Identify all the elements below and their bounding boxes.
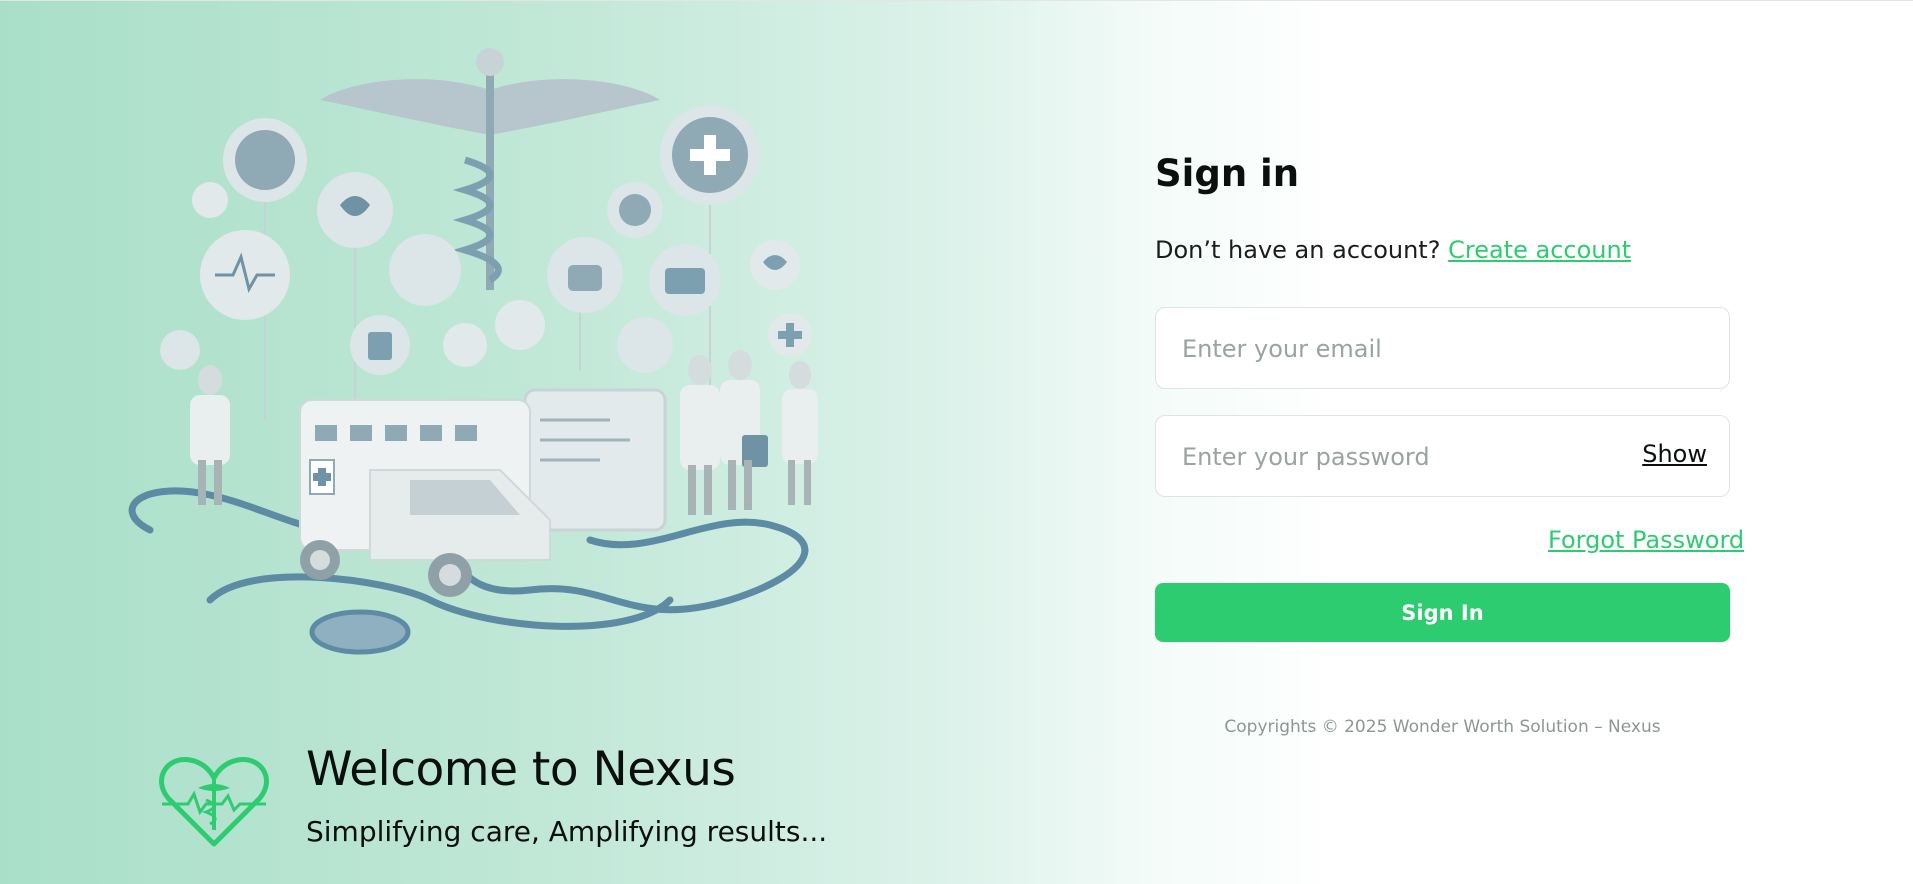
password-input[interactable] (1180, 416, 1644, 498)
show-password-toggle[interactable]: Show (1642, 440, 1707, 468)
tagline: Simplifying care, Amplifying results... (306, 815, 828, 848)
password-field: Show (1155, 415, 1730, 498)
top-border (0, 0, 1913, 1)
sign-in-button[interactable]: Sign In (1155, 583, 1730, 642)
healthcare-illustration (128, 48, 818, 655)
wing-right (490, 79, 660, 135)
no-account-text: Don’t have an account? (1155, 236, 1441, 264)
copyright-text: Copyrights © 2025 Wonder Worth Solution … (1224, 717, 1661, 737)
signin-title: Sign in (1155, 152, 1300, 195)
caduceus-orb (476, 48, 504, 76)
stethoscope-chestpiece (309, 609, 411, 655)
account-prompt: Don’t have an account? Create account (1155, 236, 1631, 264)
wing-left (320, 79, 490, 135)
email-field (1155, 307, 1730, 390)
heart-caduceus-icon (159, 757, 269, 847)
welcome-title: Welcome to Nexus (306, 742, 736, 797)
forgot-password-link[interactable]: Forgot Password (1548, 526, 1744, 554)
create-account-link[interactable]: Create account (1448, 236, 1631, 264)
ambulance (299, 399, 551, 597)
email-input[interactable] (1180, 308, 1644, 390)
